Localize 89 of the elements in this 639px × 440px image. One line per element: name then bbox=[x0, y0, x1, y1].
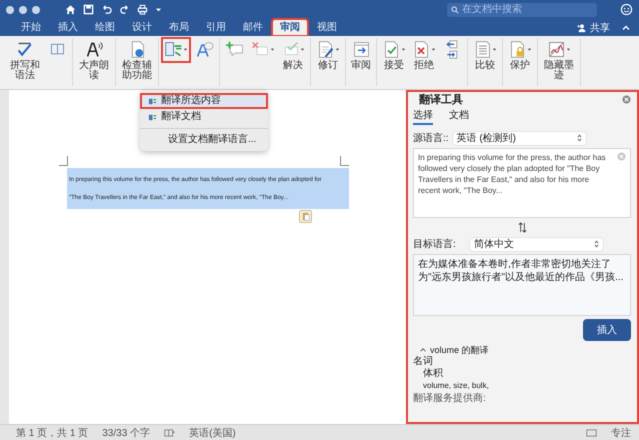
part-of-speech: 名词 bbox=[413, 356, 434, 368]
proofing-book-icon[interactable] bbox=[164, 428, 176, 436]
focus-button[interactable]: 专注 bbox=[611, 426, 631, 440]
ribbon-button[interactable]: 拼写和语法 bbox=[7, 38, 43, 86]
dictionary-heading[interactable]: volume 的翻译 bbox=[430, 344, 489, 356]
source-language-dropdown[interactable]: 英语 (检测到) bbox=[452, 132, 586, 144]
caret-icon bbox=[270, 47, 275, 52]
panel-tab[interactable]: 文档 bbox=[449, 110, 469, 125]
caret-icon bbox=[401, 47, 406, 52]
ribbon-button[interactable]: 修订 bbox=[314, 38, 342, 86]
updown-arrows-icon bbox=[576, 134, 582, 142]
search-field[interactable]: 在文档中搜索 bbox=[447, 2, 597, 16]
read-aloud-icon bbox=[84, 40, 104, 59]
ribbon-button[interactable]: 隐藏墨迹 bbox=[541, 38, 577, 86]
ribbon-button[interactable]: 大声朗读 bbox=[76, 38, 112, 86]
paste-options-icon[interactable] bbox=[299, 210, 312, 223]
translation-provider: 翻译服务提供商: bbox=[413, 393, 487, 405]
menu-item[interactable]: 翻译所选内容 bbox=[140, 93, 268, 109]
focus-mode-icon[interactable] bbox=[586, 428, 597, 436]
caret-icon bbox=[335, 47, 340, 52]
track-changes-icon bbox=[316, 40, 335, 59]
ribbon-tab[interactable]: 布局 bbox=[162, 20, 196, 35]
lock-document-icon bbox=[508, 40, 527, 59]
ribbon-tab[interactable]: 开始 bbox=[14, 20, 48, 35]
caret-icon bbox=[431, 47, 436, 52]
minimize-window-icon[interactable] bbox=[19, 6, 27, 14]
compare-icon bbox=[473, 40, 492, 59]
page-count[interactable]: 第 1 页，共 1 页 bbox=[16, 426, 88, 440]
panel-title: 翻译工具 bbox=[419, 92, 464, 106]
ribbon-tab[interactable]: 审阅 bbox=[273, 20, 307, 35]
share-button[interactable]: 共享 bbox=[590, 20, 610, 34]
ribbon-button[interactable] bbox=[162, 38, 190, 62]
translate-icon bbox=[148, 96, 157, 106]
insert-button[interactable]: 插入 bbox=[583, 319, 631, 341]
caret-icon bbox=[566, 47, 571, 52]
print-icon[interactable] bbox=[137, 4, 148, 15]
panel-tab[interactable]: 选择 bbox=[413, 110, 433, 125]
add-person-icon bbox=[577, 22, 587, 32]
word-count[interactable]: 33/33 个字 bbox=[102, 426, 150, 440]
menu-item[interactable]: 设置文档翻译语言... bbox=[140, 132, 268, 148]
ribbon-tab[interactable]: 引用 bbox=[199, 20, 233, 35]
zoom-window-icon[interactable] bbox=[32, 6, 40, 14]
reviewing-pane-icon bbox=[352, 40, 370, 59]
caret-icon bbox=[300, 47, 305, 52]
undo-icon[interactable] bbox=[101, 4, 112, 15]
translate-icon bbox=[148, 112, 157, 122]
source-text-field[interactable]: In preparing this volume for the press, the author has followed very closely the plan adopted for "The Boy Travellers in the Far East," and also for his more recent work, "The Boy... bbox=[413, 148, 631, 218]
ribbon-tab[interactable]: 邮件 bbox=[236, 20, 270, 35]
new-comment-icon bbox=[226, 40, 244, 59]
redo-icon[interactable] bbox=[119, 4, 130, 15]
caret-icon bbox=[527, 47, 532, 52]
synonym-list: volume, size, bulk, bbox=[423, 380, 631, 392]
ribbon-button[interactable]: 检查辅助功能 bbox=[119, 38, 155, 86]
translation-result: 在为媒体准备本卷时,作者非常密切地关注了为"远东男孩旅行者"以及他最近的作品《男孩... bbox=[413, 254, 631, 316]
ribbon-button[interactable]: 解决 bbox=[279, 38, 307, 86]
ribbon-tab[interactable]: 设计 bbox=[125, 20, 159, 35]
ribbon-button[interactable]: 拒绝 bbox=[410, 38, 438, 86]
language-status[interactable]: 英语(美国) bbox=[189, 426, 236, 440]
ribbon-button[interactable]: 审阅 bbox=[349, 38, 373, 86]
home-icon[interactable] bbox=[65, 4, 76, 15]
collapse-chevron-icon[interactable] bbox=[419, 346, 427, 354]
caret-icon bbox=[183, 47, 188, 52]
ribbon-tab[interactable]: 插入 bbox=[51, 20, 85, 35]
updown-arrows-icon bbox=[594, 240, 599, 248]
ribbon-button[interactable]: 接受 bbox=[380, 38, 408, 86]
smiley-feedback-icon[interactable] bbox=[620, 3, 633, 16]
dictionary-headword: 体积 bbox=[423, 368, 444, 380]
margin-corner-mark bbox=[340, 156, 349, 166]
ink-icon bbox=[547, 40, 566, 59]
ribbon-tab[interactable]: 绘图 bbox=[88, 20, 122, 35]
ribbon-tab[interactable]: 视图 bbox=[310, 20, 344, 35]
swap-languages-icon[interactable] bbox=[516, 222, 528, 233]
margin-corner-mark bbox=[59, 156, 68, 166]
accept-icon bbox=[382, 40, 401, 59]
ribbon-button[interactable]: 比较 bbox=[471, 38, 499, 86]
source-language-label: 源语言:: bbox=[413, 132, 449, 145]
close-icon[interactable] bbox=[622, 94, 631, 104]
reject-icon bbox=[412, 40, 431, 59]
language-icon bbox=[194, 40, 214, 59]
search-icon bbox=[451, 6, 459, 14]
menu-item[interactable]: 翻译文档 bbox=[140, 109, 268, 125]
close-window-icon[interactable] bbox=[6, 6, 14, 14]
target-language-label: 目标语言: bbox=[413, 238, 456, 251]
translate-icon bbox=[164, 40, 183, 59]
caret-icon bbox=[492, 47, 497, 52]
target-language-dropdown[interactable]: 简体中文 bbox=[470, 238, 603, 250]
ribbon-button[interactable]: 保护 bbox=[506, 38, 534, 86]
save-icon[interactable] bbox=[83, 4, 94, 15]
customize-caret-icon[interactable] bbox=[155, 6, 162, 13]
